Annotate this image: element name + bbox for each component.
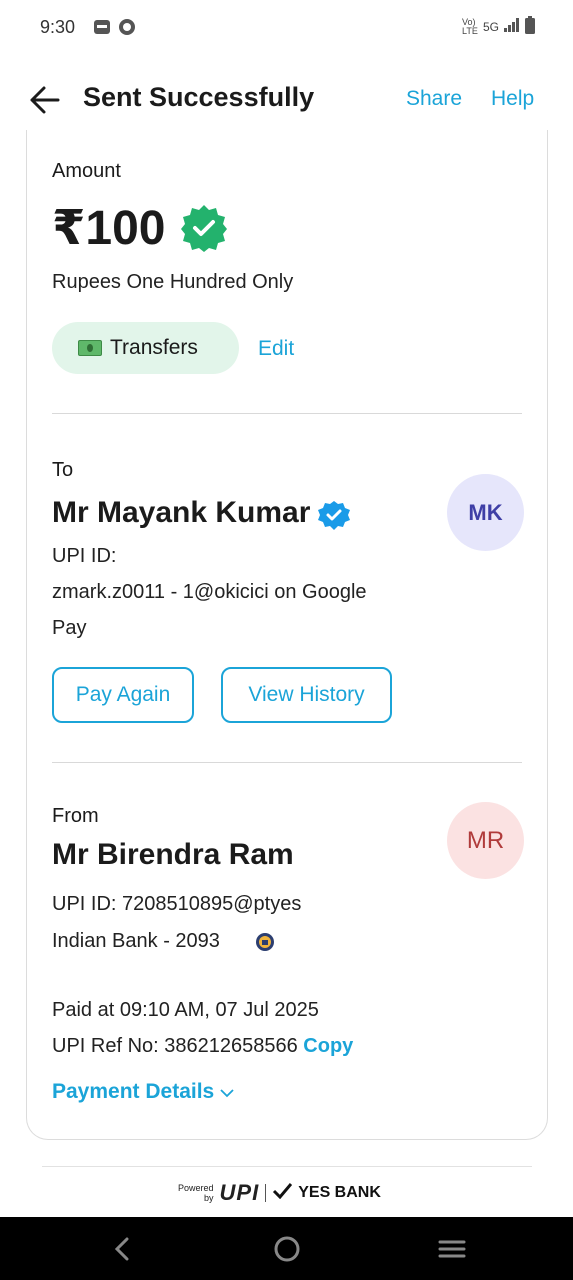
volte-indicator: Vo) LTE [461, 16, 478, 36]
powered-by-text: Powered by [178, 1183, 214, 1203]
chevron-down-icon [220, 1080, 234, 1104]
yes-bank-check-icon [272, 1182, 293, 1204]
edit-category-button[interactable]: Edit [258, 337, 294, 361]
share-button[interactable]: Share [406, 87, 462, 111]
category-chip-label: Transfers [110, 336, 198, 359]
verified-badge-icon [317, 498, 351, 537]
status-time: 9:30 [40, 17, 76, 37]
recipient-upi-app: Pay [52, 617, 87, 639]
app-header: Sent Successfully Share Help [0, 70, 573, 130]
upi-logo: UPI [219, 1180, 260, 1205]
status-right: Vo) LTE 5G [462, 16, 535, 37]
powered-by-upi: Powered by UPI YES BANK [178, 1180, 381, 1206]
chat-notification-icon [118, 18, 136, 36]
from-label: From [52, 805, 99, 827]
recipient-avatar: MK [447, 474, 524, 551]
recipient-name: Mr Mayank Kumar [52, 496, 311, 529]
upi-ref-number: UPI Ref No: 386212658566 [52, 1035, 298, 1057]
footer-divider [42, 1166, 532, 1167]
nav-home-icon[interactable] [273, 1235, 301, 1263]
recipient-upi-label: UPI ID: [52, 545, 117, 567]
amount-value: ₹100 [52, 202, 166, 255]
view-history-button[interactable]: View History [221, 667, 392, 723]
footer-separator [265, 1184, 267, 1202]
success-check-icon [179, 203, 229, 253]
copy-ref-button[interactable]: Copy [303, 1035, 353, 1057]
back-arrow-icon[interactable] [28, 84, 62, 116]
amount-label: Amount [52, 160, 121, 182]
status-bar: 9:30 Vo) LTE 5G [0, 0, 573, 56]
bank-logo-icon [255, 932, 275, 957]
network-type: 5G [482, 19, 499, 34]
battery-icon [525, 16, 535, 37]
banknote-icon [78, 340, 102, 356]
signal-icon [504, 18, 520, 35]
sender-upi-id: UPI ID: 7208510895@ptyes [52, 893, 302, 915]
pay-again-button[interactable]: Pay Again [52, 667, 194, 723]
app-notification-icon [93, 18, 111, 36]
nav-back-icon[interactable] [108, 1235, 136, 1263]
recipient-upi-id: zmark.z0011 - 1@okicici on Google [52, 581, 367, 603]
nav-recents-icon[interactable] [438, 1235, 466, 1263]
payment-details-toggle[interactable]: Payment Details [52, 1080, 234, 1104]
divider [52, 762, 522, 763]
category-chip[interactable]: Transfers [52, 322, 239, 374]
powered-text: Powered [178, 1183, 214, 1193]
help-button[interactable]: Help [491, 87, 534, 111]
sender-name: Mr Birendra Ram [52, 838, 294, 871]
sender-bank: Indian Bank - 2093 [52, 930, 220, 952]
by-text: by [204, 1193, 214, 1203]
payment-details-label: Payment Details [52, 1080, 215, 1103]
upi-ref-row: UPI Ref No: 386212658566 Copy [52, 1028, 353, 1064]
sender-avatar: MR [447, 802, 524, 879]
yes-bank-logo: YES BANK [298, 1184, 381, 1201]
transaction-card: Amount ₹100 Rupees One Hundred Only Tran… [26, 130, 548, 1140]
system-nav-bar [0, 1217, 573, 1280]
divider [52, 413, 522, 414]
paid-at-time: Paid at 09:10 AM, 07 Jul 2025 [52, 999, 319, 1021]
amount-in-words: Rupees One Hundred Only [52, 271, 294, 293]
page-title: Sent Successfully [83, 82, 315, 112]
to-label: To [52, 459, 74, 481]
